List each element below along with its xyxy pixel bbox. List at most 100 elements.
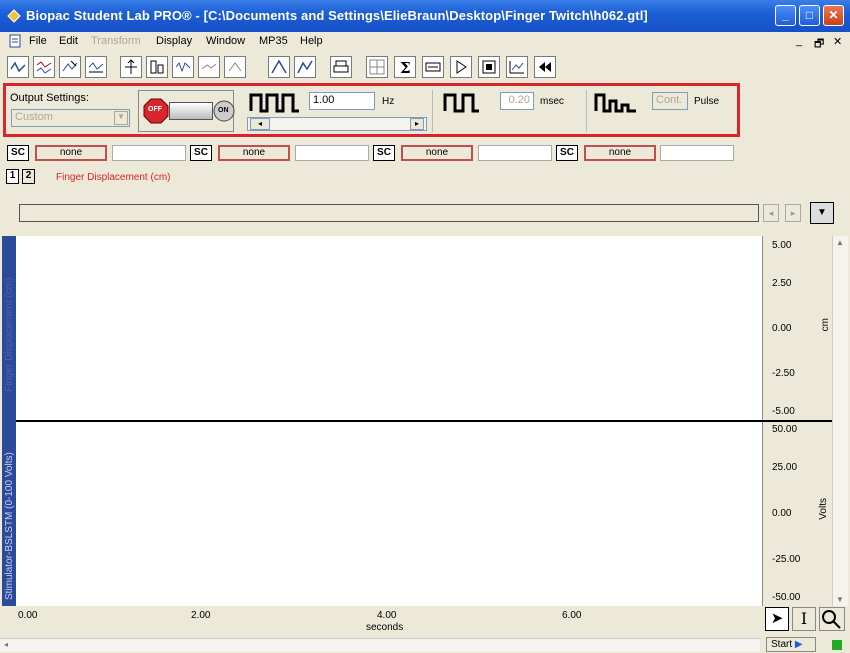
channel-tab-1[interactable]: 1 <box>6 169 19 184</box>
sc-button-2[interactable]: SC <box>190 145 212 161</box>
channel-slot-3[interactable]: none <box>401 145 473 161</box>
channel-value-3 <box>478 145 552 161</box>
toggle-switch[interactable] <box>169 102 213 120</box>
auto-find-icon[interactable] <box>294 56 316 78</box>
mdi-minimize-button[interactable]: _ <box>796 35 802 47</box>
stack-icon[interactable] <box>85 56 107 78</box>
frequency-value: 1.00 <box>313 94 335 106</box>
scroll-left-icon[interactable]: ◂ <box>4 640 8 649</box>
i-beam-cursor-icon[interactable]: I <box>792 607 816 631</box>
scroll-down-icon[interactable]: ▼ <box>836 595 844 604</box>
scale-icon[interactable] <box>120 56 142 78</box>
bottom-unit-label: Volts <box>818 498 829 520</box>
menu-file[interactable]: File <box>29 35 47 47</box>
window-title: Biopac Student Lab PRO® - [C:\Documents … <box>26 8 648 23</box>
overlay-icon[interactable] <box>198 56 220 78</box>
plot-area[interactable] <box>2 236 762 606</box>
pulse-mode-input: Cont. <box>652 92 688 110</box>
chevron-down-icon: ▼ <box>114 111 128 125</box>
y-axis-panel[interactable]: 5.00 2.50 0.00 -2.50 -5.00 cm 50.00 25.0… <box>762 236 832 606</box>
channel-slot-1[interactable]: none <box>35 145 107 161</box>
preferences-icon[interactable] <box>478 56 500 78</box>
top-tick: 2.50 <box>772 278 792 289</box>
channel-divider <box>16 420 762 422</box>
scroll-left-icon[interactable]: ◂ <box>763 204 779 222</box>
sigma-icon[interactable]: Σ <box>394 56 416 78</box>
frequency-slider[interactable]: ◂ ▸ <box>247 117 427 131</box>
frequency-input[interactable]: 1.00 <box>309 92 375 110</box>
maximize-button[interactable]: □ <box>799 5 820 26</box>
pulse-mode-value: Cont. <box>656 94 683 106</box>
zoom-icon[interactable] <box>819 607 845 631</box>
slider-right-icon[interactable]: ▸ <box>410 118 424 130</box>
horizontal-icon[interactable] <box>224 56 246 78</box>
edit-icon[interactable] <box>59 56 81 78</box>
channel-tab-2[interactable]: 2 <box>22 169 35 184</box>
menu-window[interactable]: Window <box>206 35 245 47</box>
pulse-width-value: 0.20 <box>508 94 530 106</box>
menu-edit[interactable]: Edit <box>59 35 78 47</box>
pulse-mode-label: Pulse <box>694 96 720 107</box>
journal-field[interactable] <box>19 204 759 222</box>
x-axis[interactable]: 0.00 2.00 4.00 6.00 seconds <box>0 606 762 640</box>
top-tick: 0.00 <box>772 323 792 334</box>
scroll-right-icon[interactable]: ▸ <box>785 204 801 222</box>
overlap-icon[interactable] <box>33 56 55 78</box>
sc-button-1[interactable]: SC <box>7 145 29 161</box>
x-tick: 0.00 <box>18 610 38 621</box>
pulse-width-icon <box>443 93 479 113</box>
app-icon <box>7 9 21 23</box>
horizontal-scrollbar[interactable]: ◂ <box>0 638 760 652</box>
bottom-tick: 0.00 <box>772 508 792 519</box>
x-tick: 6.00 <box>562 610 582 621</box>
pulse-train-icon <box>249 93 299 113</box>
menu-bar: File Edit Transform Display Window MP35 … <box>0 32 850 52</box>
pulse-count-icon <box>594 93 636 113</box>
dropdown-arrow-icon[interactable]: ▼ <box>810 202 834 224</box>
scroll-up-icon[interactable]: ▲ <box>836 238 844 247</box>
waveform-icon[interactable] <box>7 56 29 78</box>
slider-left-icon[interactable]: ◂ <box>250 118 270 130</box>
close-button[interactable]: ✕ <box>823 5 844 26</box>
sc-button-4[interactable]: SC <box>556 145 578 161</box>
print-icon[interactable] <box>330 56 352 78</box>
menu-mp35[interactable]: MP35 <box>259 35 288 47</box>
pulse-width-unit: msec <box>540 96 564 107</box>
output-settings-label: Output Settings: <box>10 92 89 104</box>
sc-button-3[interactable]: SC <box>373 145 395 161</box>
preset-select: Custom ▼ <box>11 109 130 127</box>
title-bar: Biopac Student Lab PRO® - [C:\Documents … <box>0 0 850 32</box>
x-unit-label: seconds <box>366 622 404 633</box>
minimize-button[interactable]: _ <box>775 5 796 26</box>
divider <box>432 90 433 132</box>
output-settings-panel: Output Settings: Custom ▼ OFF ON 1.00 Hz… <box>3 83 740 137</box>
channel-slot-2[interactable]: none <box>218 145 290 161</box>
vertical-scrollbar[interactable]: ▲ ▼ <box>832 236 848 606</box>
frequency-unit: Hz <box>382 96 395 107</box>
journal-icon[interactable] <box>422 56 444 78</box>
find-peak-icon[interactable] <box>268 56 290 78</box>
rewind-icon[interactable] <box>534 56 556 78</box>
channel-slot-4[interactable]: none <box>584 145 656 161</box>
active-channel-label: Finger Displacement (cm) <box>56 172 171 183</box>
off-label: OFF <box>148 106 162 113</box>
grid-icon[interactable] <box>146 56 168 78</box>
start-button[interactable]: Start ▶ <box>766 637 816 652</box>
grid-toggle-icon[interactable] <box>366 56 388 78</box>
on-label: ON <box>218 107 229 114</box>
bottom-tick: -50.00 <box>772 592 801 603</box>
bottom-channel-label: Stimulator-BSLSTM (0-100 Volts) <box>4 452 15 600</box>
autoscale-icon[interactable] <box>172 56 194 78</box>
marker-icon[interactable] <box>450 56 472 78</box>
top-tick: 5.00 <box>772 240 792 251</box>
arrow-cursor-icon[interactable]: ➤ <box>765 607 789 631</box>
menu-help[interactable]: Help <box>300 35 323 47</box>
output-toggle[interactable]: OFF ON <box>138 90 235 132</box>
mdi-restore-button[interactable]: 🗗 <box>814 35 824 54</box>
chart-icon[interactable] <box>506 56 528 78</box>
menu-display[interactable]: Display <box>156 35 192 47</box>
x-tick: 4.00 <box>377 610 397 621</box>
axis-divider <box>762 420 832 422</box>
document-icon <box>9 34 21 48</box>
mdi-close-button[interactable]: ✕ <box>833 35 842 48</box>
